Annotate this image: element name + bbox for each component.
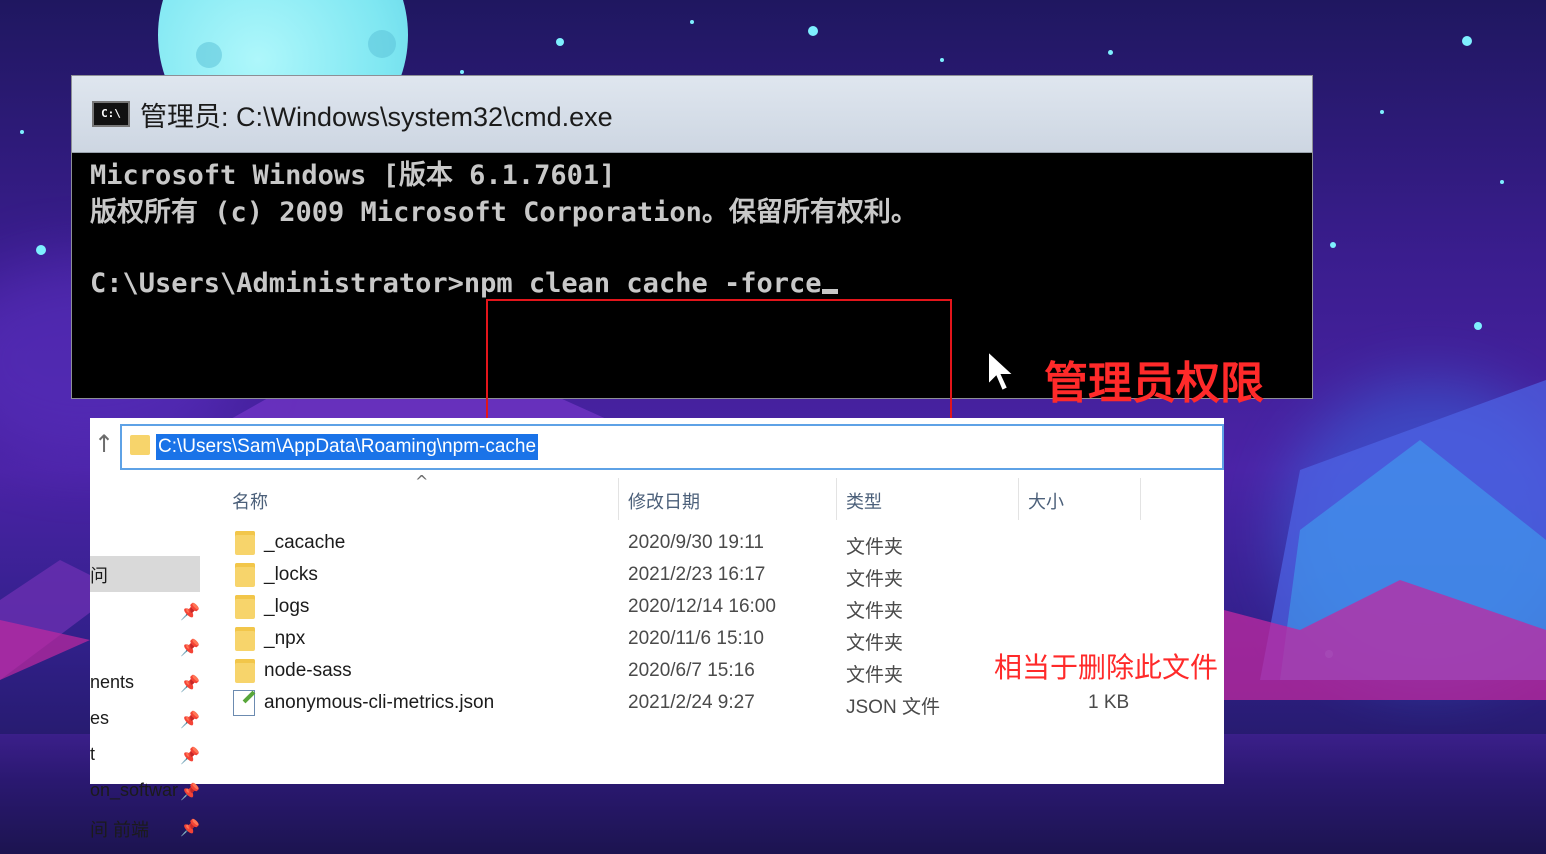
file-date: 2020/12/14 16:00 xyxy=(628,596,776,617)
file-type: 文件夹 xyxy=(846,601,904,622)
file-name: anonymous-cli-metrics.json xyxy=(264,692,495,713)
file-date: 2021/2/23 16:17 xyxy=(628,564,766,585)
sidebar-item[interactable]: t xyxy=(90,744,95,765)
sort-ascending-icon: ^ xyxy=(415,472,429,491)
pin-icon[interactable]: 📌 xyxy=(180,674,200,693)
file-date: 2020/11/6 15:10 xyxy=(628,628,764,649)
file-row[interactable]: _cacache 2020/9/30 19:11 文件夹 xyxy=(230,528,1130,560)
file-name: _npx xyxy=(264,628,306,649)
navigation-pane: 问 📌 📌 nents 📌 es 📌 t 📌 on_softwar 📌 间 前端… xyxy=(90,470,202,840)
file-row[interactable]: _logs 2020/12/14 16:00 文件夹 xyxy=(230,592,1130,624)
sidebar-item[interactable]: es xyxy=(90,708,109,729)
address-path[interactable]: C:\Users\Sam\AppData\Roaming\npm-cache xyxy=(156,434,539,460)
pin-icon[interactable]: 📌 xyxy=(180,818,200,837)
file-name: node-sass xyxy=(264,660,352,681)
sidebar-item[interactable]: nents xyxy=(90,672,134,693)
file-name: _cacache xyxy=(264,532,346,553)
column-header-name[interactable]: 名称 xyxy=(232,488,268,514)
text-cursor xyxy=(821,289,838,294)
column-header-size[interactable]: 大小 xyxy=(1028,488,1064,514)
cmd-window: C:\ 管理员: C:\Windows\system32\cmd.exe Mic… xyxy=(72,76,1312,431)
up-arrow-icon[interactable]: ↑ xyxy=(94,430,114,458)
file-date: 2020/6/7 15:16 xyxy=(628,660,755,681)
console-command: C:\Users\Administrator>npm clean cache -… xyxy=(90,268,822,299)
cmd-app-icon: C:\ xyxy=(92,101,130,127)
file-type: 文件夹 xyxy=(846,569,904,590)
file-name: _locks xyxy=(264,564,318,585)
pin-icon[interactable]: 📌 xyxy=(180,746,200,765)
folder-icon xyxy=(235,627,255,651)
console-prompt-line: C:\Users\Administrator>npm clean cache -… xyxy=(90,265,1312,302)
file-date: 2020/9/30 19:11 xyxy=(628,532,764,553)
file-row[interactable]: _locks 2021/2/23 16:17 文件夹 xyxy=(230,560,1130,592)
sidebar-item[interactable]: 问 xyxy=(90,562,108,588)
file-type: 文件夹 xyxy=(846,633,904,654)
cmd-title-bar[interactable]: C:\ 管理员: C:\Windows\system32\cmd.exe xyxy=(72,76,1312,153)
mouse-pointer-icon xyxy=(987,349,1016,393)
admin-annotation: 管理员权限 xyxy=(1044,358,1264,409)
highlight-box xyxy=(486,299,952,431)
json-file-icon xyxy=(233,690,255,716)
cmd-console[interactable]: Microsoft Windows [版本 6.1.7601] 版权所有 (c)… xyxy=(72,153,1312,431)
pin-icon[interactable]: 📌 xyxy=(180,638,200,657)
console-line: 版权所有 (c) 2009 Microsoft Corporation。保留所有… xyxy=(90,197,918,228)
folder-icon xyxy=(235,595,255,619)
address-row: ↑ C:\Users\Sam\AppData\Roaming\npm-cache xyxy=(90,418,1224,470)
file-date: 2021/2/24 9:27 xyxy=(628,692,755,713)
sidebar-item[interactable]: on_softwar xyxy=(90,780,178,801)
cmd-title: 管理员: C:\Windows\system32\cmd.exe xyxy=(140,101,613,132)
folder-icon xyxy=(235,563,255,587)
folder-icon xyxy=(235,659,255,683)
file-name: _logs xyxy=(264,596,310,617)
file-type: JSON 文件 xyxy=(846,697,940,718)
pin-icon[interactable]: 📌 xyxy=(180,602,200,621)
file-row[interactable]: anonymous-cli-metrics.json 2021/2/24 9:2… xyxy=(230,688,1130,720)
file-type: 文件夹 xyxy=(846,665,904,686)
file-explorer-window: ↑ C:\Users\Sam\AppData\Roaming\npm-cache… xyxy=(90,418,1224,840)
console-line: Microsoft Windows [版本 6.1.7601] xyxy=(90,160,616,191)
column-header-type[interactable]: 类型 xyxy=(846,488,882,514)
pin-icon[interactable]: 📌 xyxy=(180,782,200,801)
pin-icon[interactable]: 📌 xyxy=(180,710,200,729)
folder-icon xyxy=(130,435,150,455)
file-size: 1 KB xyxy=(1088,692,1130,713)
sidebar-item[interactable]: 间 前端 xyxy=(90,816,149,842)
folder-icon xyxy=(235,531,255,555)
column-header-date[interactable]: 修改日期 xyxy=(628,488,700,514)
file-type: 文件夹 xyxy=(846,537,904,558)
address-bar[interactable]: C:\Users\Sam\AppData\Roaming\npm-cache xyxy=(120,424,1224,470)
delete-annotation: 相当于删除此文件 xyxy=(994,651,1219,684)
